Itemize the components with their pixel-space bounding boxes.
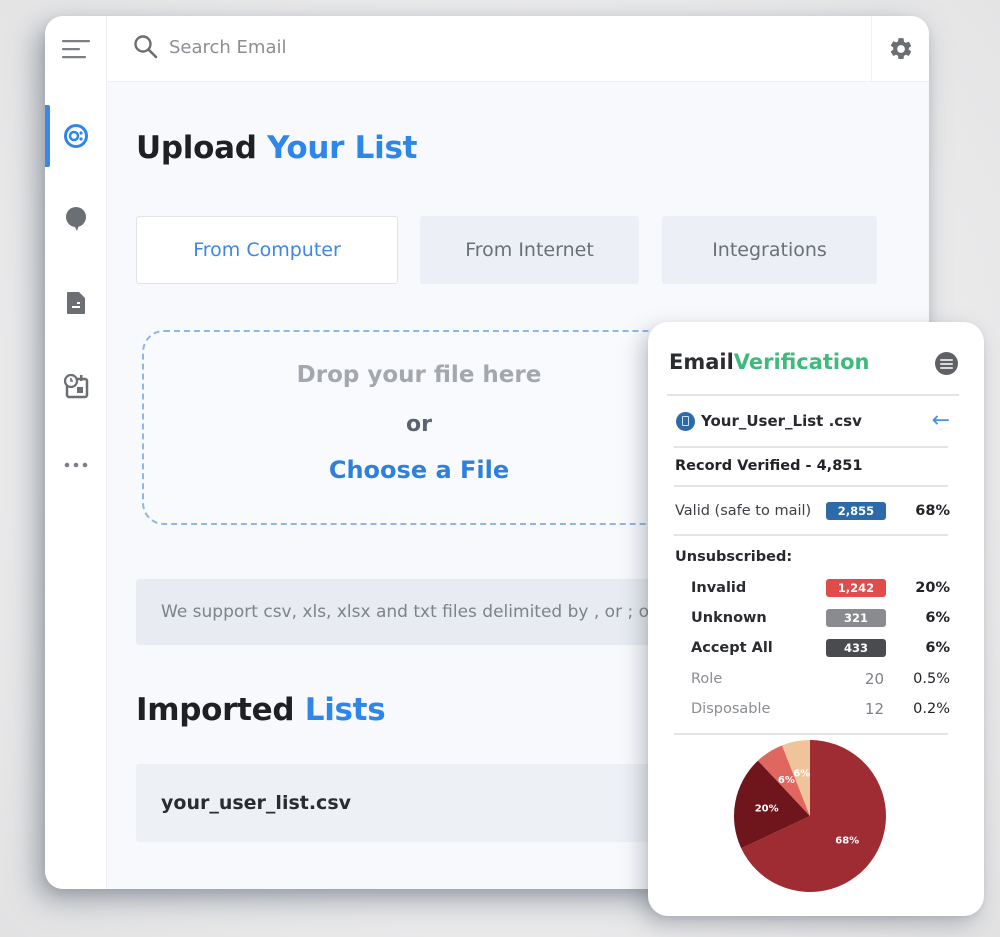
sidebar-item-schedule[interactable]: [45, 355, 107, 417]
divider: [667, 394, 959, 396]
divider: [674, 446, 948, 448]
email-verification-card: EmailVerification Your_User_List .csv ← …: [648, 322, 984, 916]
divider: [674, 485, 948, 487]
disposable-row: Disposable 12 0.2%: [675, 697, 950, 721]
invalid-pct: 20%: [915, 580, 950, 596]
invalid-row: Invalid 1,242 20%: [675, 576, 950, 600]
card-title: EmailVerification: [669, 350, 870, 374]
imported-lists-title: Imported Lists: [136, 692, 386, 728]
clock-calendar-icon: [63, 373, 89, 399]
verification-pie-chart: 68%20%6%6%: [734, 740, 886, 892]
upload-title-accent: Your List: [267, 130, 418, 166]
valid-row: Valid (safe to mail) 2,855 68%: [675, 499, 950, 523]
pie-slice-label: 68%: [835, 836, 859, 847]
accept-all-pct: 6%: [925, 640, 950, 656]
choose-file-link[interactable]: Choose a File: [144, 456, 694, 484]
search-bar: [133, 34, 729, 60]
gear-icon: [890, 38, 911, 59]
divider: [674, 733, 948, 735]
role-label: Role: [691, 671, 723, 687]
accept-all-label: Accept All: [691, 640, 773, 656]
card-menu-button[interactable]: [935, 352, 958, 375]
tab-from-internet[interactable]: From Internet: [420, 216, 639, 284]
menu-lines-icon: [940, 358, 953, 361]
divider: [674, 534, 948, 536]
unknown-pct: 6%: [925, 610, 950, 626]
top-bar: [107, 16, 929, 82]
valid-pct: 68%: [915, 503, 950, 519]
menu-toggle-button[interactable]: [45, 18, 107, 80]
card-title-prefix: Email: [669, 350, 734, 374]
hamburger-menu-icon: [62, 40, 90, 59]
disposable-count: 12: [864, 700, 884, 718]
sidebar-item-chat[interactable]: [45, 188, 107, 250]
disposable-label: Disposable: [691, 701, 771, 717]
unknown-label: Unknown: [691, 610, 767, 626]
upload-title-prefix: Upload: [136, 130, 257, 166]
imported-title-accent: Lists: [304, 692, 386, 728]
search-icon[interactable]: [133, 34, 159, 60]
accept-all-count-badge: 433: [826, 639, 886, 657]
search-input[interactable]: [169, 36, 729, 58]
back-arrow-icon[interactable]: ←: [932, 410, 950, 432]
chat-bubble-icon: [66, 207, 86, 231]
file-row: Your_User_List .csv ←: [676, 408, 950, 434]
settings-button[interactable]: [871, 16, 929, 82]
valid-label: Valid (safe to mail): [675, 503, 812, 519]
sidebar-item-documents[interactable]: [45, 272, 107, 334]
upload-title: Upload Your List: [136, 130, 417, 166]
tab-integrations[interactable]: Integrations: [662, 216, 877, 284]
file-icon: [676, 411, 695, 431]
pie-slice-label: 20%: [755, 804, 779, 815]
target-share-icon: [64, 124, 88, 148]
unknown-count-badge: 321: [826, 609, 886, 627]
sidebar-item-campaigns[interactable]: [45, 105, 107, 167]
tab-from-computer[interactable]: From Computer: [136, 216, 398, 284]
role-pct: 0.5%: [913, 671, 950, 687]
unsubscribed-label: Unsubscribed:: [675, 549, 793, 565]
menu-line: [940, 366, 953, 369]
role-row: Role 20 0.5%: [675, 667, 950, 691]
role-count: 20: [864, 670, 884, 688]
drop-file-text: Drop your file here: [296, 362, 542, 388]
disposable-pct: 0.2%: [913, 701, 950, 717]
record-verified: Record Verified - 4,851: [675, 458, 863, 474]
card-title-accent: Verification: [733, 350, 870, 374]
invalid-count-badge: 1,242: [826, 579, 886, 597]
unknown-row: Unknown 321 6%: [675, 606, 950, 630]
invalid-label: Invalid: [691, 580, 747, 596]
imported-title-prefix: Imported: [136, 692, 295, 728]
pie-slice-label: 6%: [793, 769, 810, 780]
sidebar-item-more[interactable]: [45, 434, 107, 496]
or-text: or: [406, 412, 432, 437]
menu-line: [940, 362, 953, 365]
sidebar: [45, 16, 107, 889]
document-icon: [67, 292, 85, 314]
accept-all-row: Accept All 433 6%: [675, 636, 950, 660]
more-dots-icon: [64, 462, 88, 468]
file-name: Your_User_List .csv: [701, 412, 862, 430]
valid-count-badge: 2,855: [826, 502, 886, 520]
